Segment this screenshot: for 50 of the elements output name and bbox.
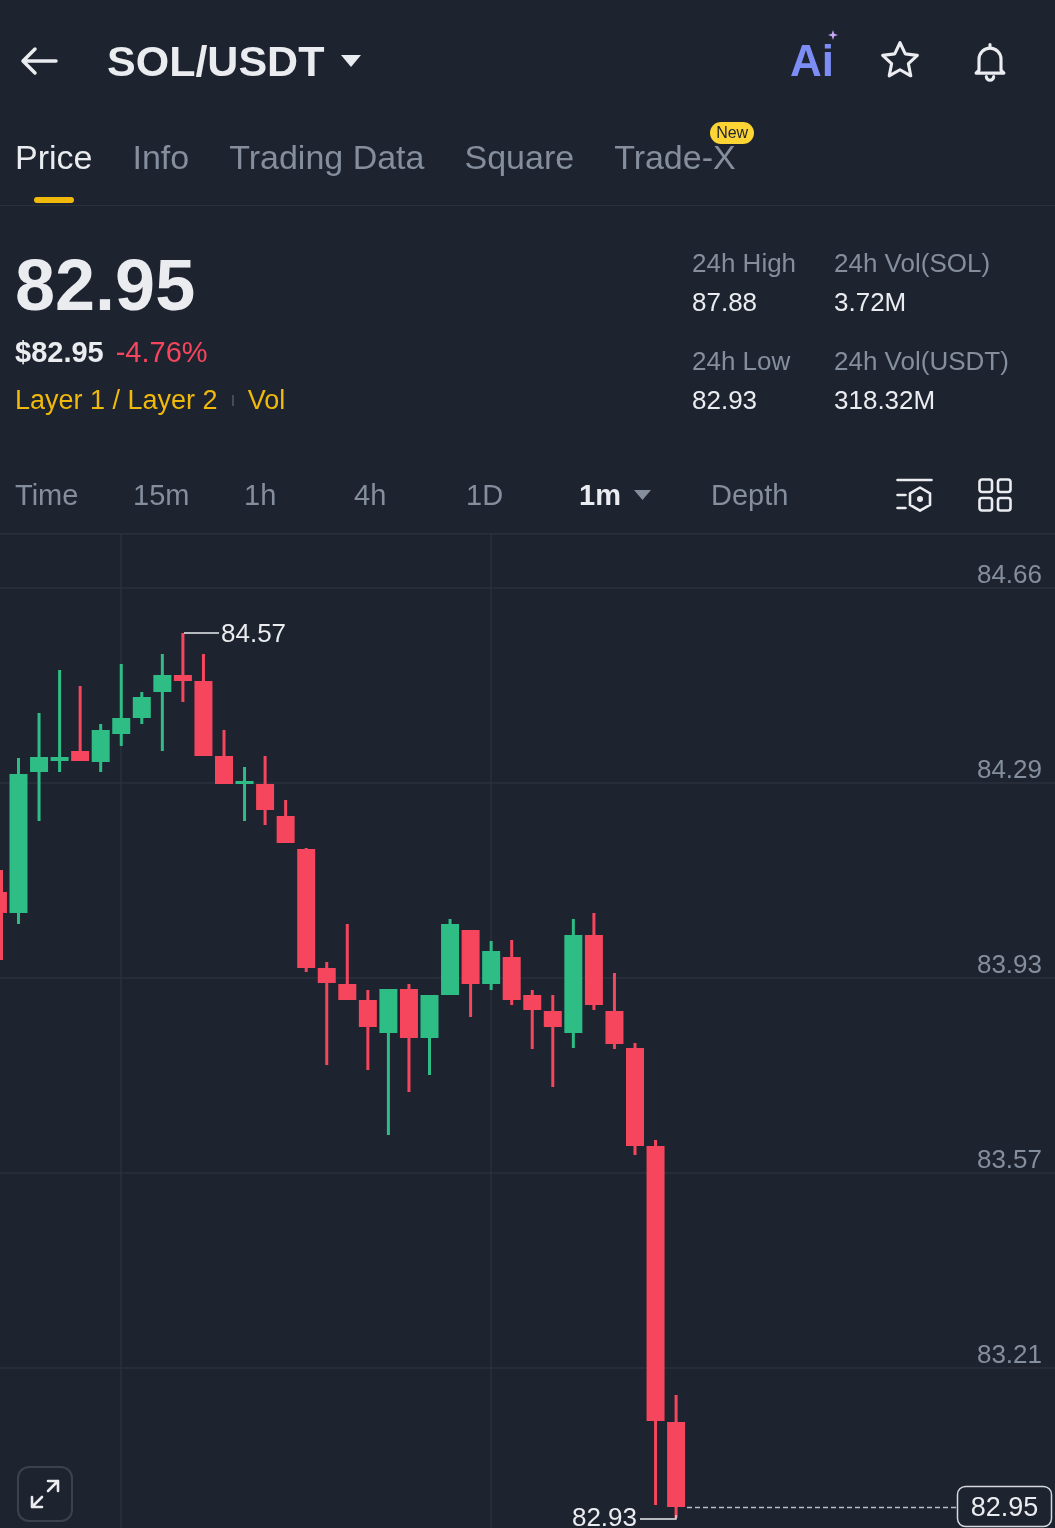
expand-icon (29, 1478, 61, 1510)
stat-label: 24h Vol(USDT) (834, 348, 1009, 374)
fiat-price: $82.95 (15, 338, 104, 367)
price-change: -4.76% (115, 338, 208, 367)
sparkle-icon (828, 30, 838, 40)
tab[interactable]: Price (15, 122, 93, 205)
price-axis-label: 84.29 (976, 754, 1042, 784)
stat-label: 24h Low (692, 348, 791, 374)
rising-candle (91, 724, 110, 772)
tag-link[interactable]: Layer 1 / Layer 2 (15, 387, 218, 414)
chart-tab[interactable]: 1h (244, 477, 277, 512)
chart-tab[interactable]: Depth (711, 477, 789, 512)
stat-value: 87.88 (692, 289, 758, 315)
chart-tab[interactable]: Time (15, 477, 79, 512)
tab[interactable]: Trading Data (229, 122, 425, 205)
low-price-label: 82.93 (571, 1502, 637, 1528)
tab[interactable]: Info (132, 122, 190, 205)
rising-candle (235, 767, 254, 821)
stat-label: 24h High (692, 250, 797, 276)
falling-candle (502, 940, 521, 1005)
price-axis-label: 84.66 (976, 559, 1042, 589)
ai-button[interactable]: Ai (790, 30, 838, 84)
back-arrow-icon[interactable] (20, 46, 58, 76)
falling-candle (173, 633, 192, 702)
hexagon-lines-icon[interactable] (896, 476, 934, 513)
stat-value: 318.32M (834, 387, 936, 413)
chart-tab[interactable]: 1m (579, 477, 651, 512)
new-badge: New (710, 122, 755, 144)
chart-tab[interactable]: 4h (354, 477, 387, 512)
tag-link[interactable]: Vol (247, 387, 286, 414)
high-price-label: 84.57 (221, 618, 287, 648)
chart-tab[interactable]: 1D (466, 477, 504, 512)
rising-candle (482, 941, 501, 990)
falling-candle (215, 730, 233, 784)
last-price: 82.95 (15, 249, 196, 321)
tab[interactable]: Square (464, 122, 575, 205)
price-axis-label: 83.93 (976, 949, 1042, 979)
price-axis-label: 83.21 (976, 1339, 1042, 1369)
stat-value: 82.93 (692, 387, 758, 413)
expand-button[interactable] (17, 1466, 73, 1522)
leader-line (183, 632, 220, 634)
caret-icon (341, 55, 362, 67)
pair-selector[interactable]: SOL/USDT (107, 36, 362, 86)
leader-line (639, 1514, 677, 1520)
last-price-tag: 82.95 (956, 1485, 1053, 1528)
stat-value: 3.72M (834, 289, 907, 315)
price-axis-label: 83.57 (976, 1144, 1042, 1174)
grid-icon[interactable] (978, 477, 1012, 512)
stat-label: 24h Vol(SOL) (834, 250, 991, 276)
chart-tab[interactable]: 15m (133, 477, 190, 512)
